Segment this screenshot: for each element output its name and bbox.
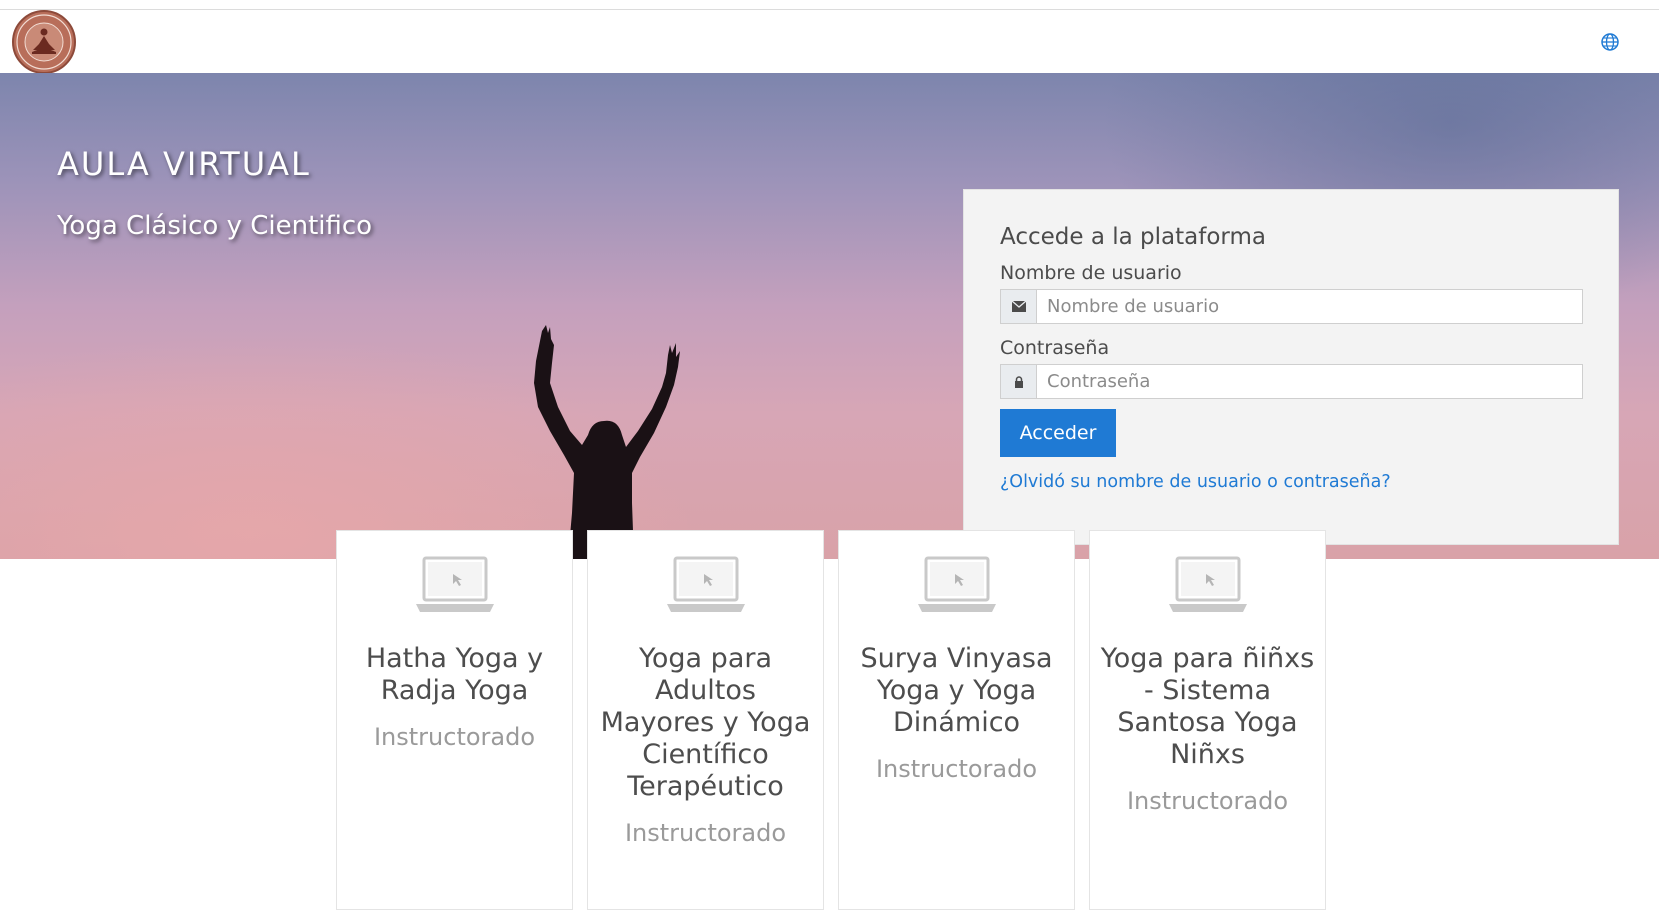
course-card[interactable]: Hatha Yoga y Radja Yoga Instructorado — [336, 530, 573, 910]
username-label: Nombre de usuario — [1000, 262, 1182, 284]
language-globe-icon[interactable] — [1600, 32, 1620, 52]
laptop-icon — [667, 556, 745, 612]
password-label: Contraseña — [1000, 337, 1110, 359]
course-list: Hatha Yoga y Radja Yoga Instructorado Yo… — [336, 530, 1336, 910]
laptop-icon — [1169, 556, 1247, 612]
course-category: Instructorado — [875, 755, 1038, 783]
course-title-block: Surya Vinyasa Yoga y Yoga Dinámico Instr… — [849, 643, 1064, 785]
site-logo[interactable] — [12, 10, 76, 74]
login-button[interactable]: Acceder — [1000, 409, 1116, 457]
course-category: Instructorado — [373, 723, 536, 751]
course-category: Instructorado — [1126, 787, 1289, 815]
course-card[interactable]: Yoga para ñiñxs - Sistema Santosa Yoga N… — [1089, 530, 1326, 910]
login-heading: Accede a la plataforma — [1000, 224, 1266, 250]
hero-subtitle: Yoga Clásico y Cientifico — [57, 211, 373, 241]
hero-banner: AULA VIRTUAL Yoga Clásico y Cientifico A… — [0, 73, 1659, 559]
username-input[interactable] — [1037, 290, 1582, 323]
envelope-icon — [1001, 290, 1037, 323]
lock-icon — [1001, 365, 1037, 398]
course-title-block: Yoga para Adultos Mayores y Yoga Científ… — [598, 643, 813, 849]
hero-title: AULA VIRTUAL — [57, 145, 311, 183]
course-card[interactable]: Surya Vinyasa Yoga y Yoga Dinámico Instr… — [838, 530, 1075, 910]
password-input-group — [1000, 364, 1583, 399]
laptop-icon — [416, 556, 494, 612]
course-card[interactable]: Yoga para Adultos Mayores y Yoga Científ… — [587, 530, 824, 910]
top-border — [0, 0, 1659, 10]
login-panel: Accede a la plataforma Nombre de usuario… — [963, 189, 1619, 545]
laptop-icon — [918, 556, 996, 612]
password-input[interactable] — [1037, 365, 1582, 398]
course-category: Instructorado — [624, 819, 787, 847]
course-title: Yoga para Adultos Mayores y Yoga Científ… — [600, 643, 811, 802]
course-title: Surya Vinyasa Yoga y Yoga Dinámico — [860, 643, 1053, 738]
navbar — [0, 10, 1659, 74]
course-title-block: Hatha Yoga y Radja Yoga Instructorado — [347, 643, 562, 753]
username-input-group — [1000, 289, 1583, 324]
forgot-credentials-link[interactable]: ¿Olvidó su nombre de usuario o contraseñ… — [1000, 472, 1391, 492]
course-title: Hatha Yoga y Radja Yoga — [365, 643, 544, 706]
course-title-block: Yoga para ñiñxs - Sistema Santosa Yoga N… — [1100, 643, 1315, 817]
course-title: Yoga para ñiñxs - Sistema Santosa Yoga N… — [1100, 643, 1315, 770]
yoga-silhouette-image — [534, 325, 680, 559]
